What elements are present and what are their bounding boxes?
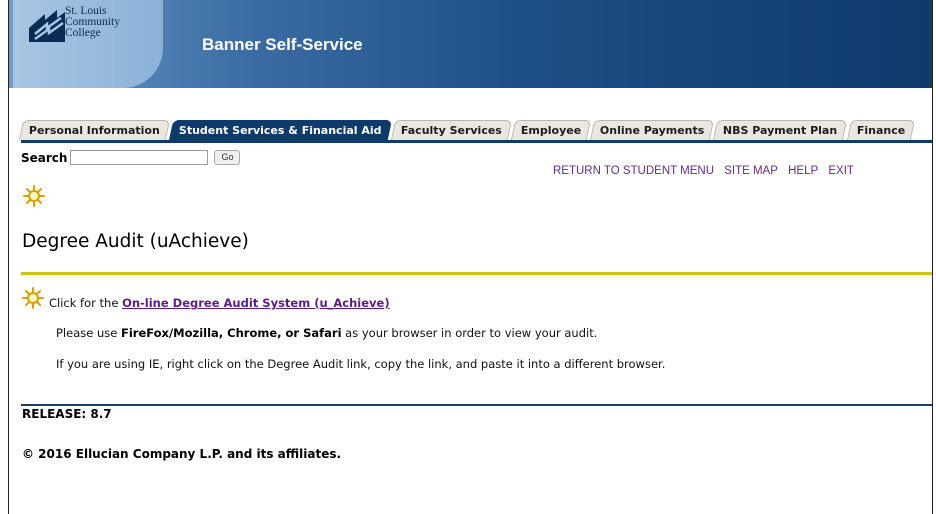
- degree-audit-link[interactable]: On-line Degree Audit System (u_Achieve): [122, 296, 390, 310]
- top-links: RETURN TO STUDENT MENU SITE MAP HELP EXI…: [553, 165, 861, 177]
- site-map-link[interactable]: SITE MAP: [724, 165, 778, 177]
- page-title: Degree Audit (uAchieve): [22, 231, 249, 252]
- browsers-prefix: Please use: [56, 326, 121, 340]
- info-line: Click for the On-line Degree Audit Syste…: [49, 296, 390, 310]
- sun-icon: [22, 287, 44, 309]
- tab-underline: [21, 140, 932, 143]
- ie-note: If you are using IE, right click on the …: [56, 357, 666, 371]
- tab-faculty-services[interactable]: Faculty Services: [390, 120, 512, 140]
- tab-label: Personal Information: [28, 124, 160, 137]
- header-banner: St. Louis Community College Banner Self-…: [9, 0, 932, 88]
- tab-personal-information[interactable]: Personal Information: [18, 120, 171, 140]
- tab-label: Online Payments: [599, 124, 705, 137]
- tab-employee[interactable]: Employee: [510, 120, 591, 140]
- college-logo[interactable]: St. Louis Community College: [13, 0, 163, 88]
- tab-label: Faculty Services: [400, 124, 502, 137]
- college-logo-text: St. Louis Community College: [65, 5, 120, 39]
- go-button[interactable]: Go: [214, 150, 241, 165]
- main-tabs: Personal Information Student Services & …: [18, 120, 916, 140]
- app-title: Banner Self-Service: [202, 35, 363, 54]
- browsers-suffix: as your browser in order to view your au…: [341, 326, 598, 340]
- tab-online-payments[interactable]: Online Payments: [589, 120, 715, 140]
- tab-label: Employee: [520, 124, 581, 137]
- search-bar: Search Go: [21, 150, 241, 165]
- exit-link[interactable]: EXIT: [828, 165, 854, 177]
- copyright-text: © 2016 Ellucian Company L.P. and its aff…: [22, 447, 342, 461]
- sun-icon: [23, 185, 45, 207]
- search-input[interactable]: [70, 150, 209, 165]
- tab-student-services[interactable]: Student Services & Financial Aid: [168, 120, 392, 140]
- browser-recommendation: Please use FireFox/Mozilla, Chrome, or S…: [56, 326, 597, 340]
- tab-label: Finance: [856, 124, 905, 137]
- header-spacer: [9, 88, 932, 120]
- release-label: RELEASE: 8.7: [22, 407, 112, 421]
- logo-line: College: [65, 27, 101, 39]
- tab-finance[interactable]: Finance: [846, 120, 916, 140]
- browsers-bold: FireFox/Mozilla, Chrome, or Safari: [121, 326, 342, 340]
- search-label: Search: [21, 150, 68, 165]
- info-prefix: Click for the: [49, 296, 123, 310]
- tab-nbs-payment-plan[interactable]: NBS Payment Plan: [713, 120, 848, 140]
- browser-page: St. Louis Community College Banner Self-…: [8, 0, 933, 514]
- tab-label: NBS Payment Plan: [723, 124, 838, 137]
- section-divider: [21, 272, 932, 275]
- footer-divider: [21, 404, 932, 406]
- tab-label: Student Services & Financial Aid: [178, 124, 382, 137]
- college-logo-icon: [29, 10, 65, 42]
- return-to-student-menu-link[interactable]: RETURN TO STUDENT MENU: [553, 165, 714, 177]
- help-link[interactable]: HELP: [788, 165, 818, 177]
